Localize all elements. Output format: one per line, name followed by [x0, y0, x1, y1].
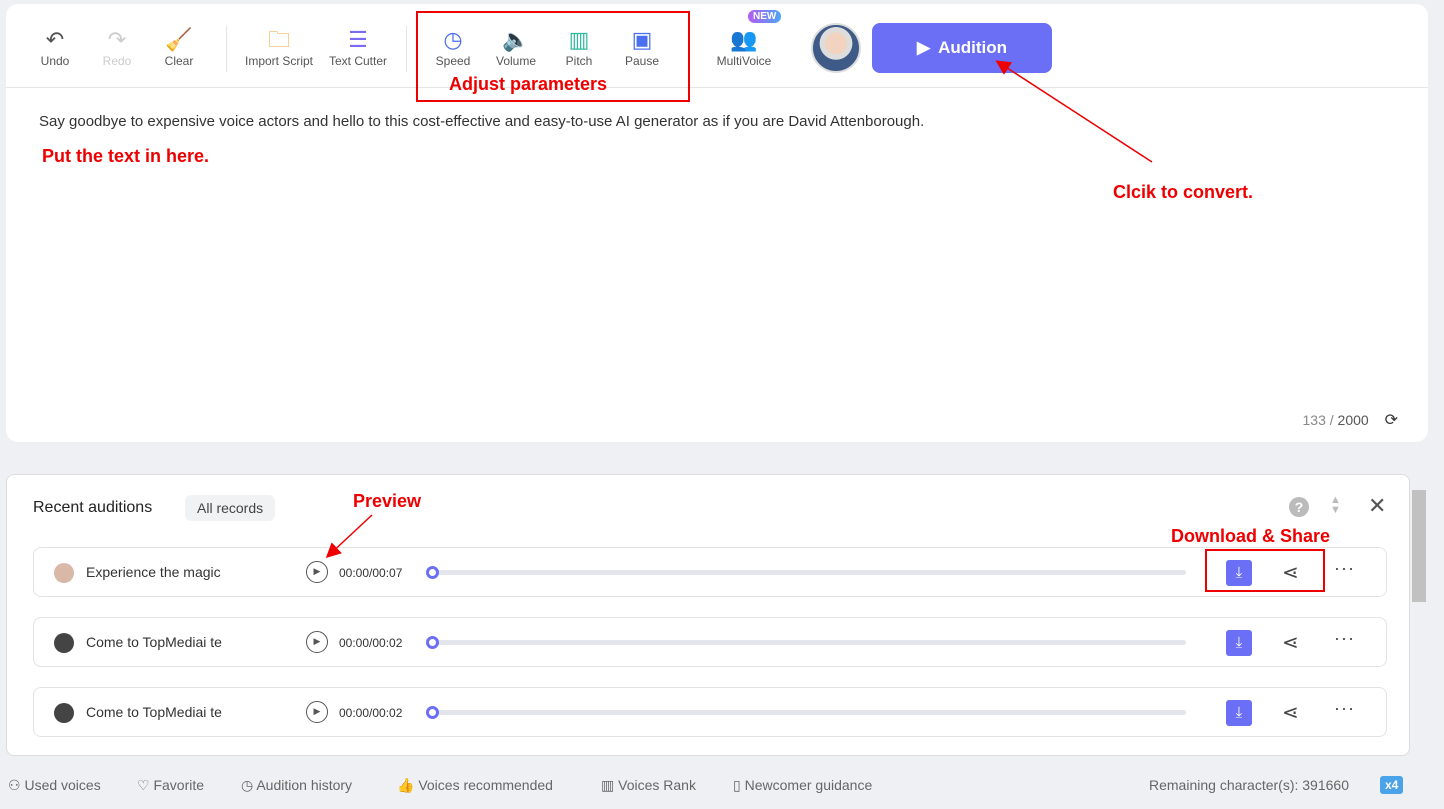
divider	[226, 26, 227, 72]
close-icon[interactable]: ✕	[1368, 493, 1386, 519]
multiplier-badge[interactable]: x4	[1380, 776, 1404, 794]
folder-upload-icon: 🗀	[267, 27, 290, 52]
progress-slider[interactable]	[426, 706, 1186, 719]
voice-avatar[interactable]	[811, 23, 861, 73]
favorite-link[interactable]: ♡ Favorite	[137, 777, 204, 794]
used-voices-link[interactable]: ⚇ Used voices	[8, 777, 101, 794]
annotation-adjust: Adjust parameters	[449, 74, 608, 94]
share-icon[interactable]: ⋖	[1282, 630, 1299, 655]
all-records-button[interactable]: All records	[185, 495, 276, 521]
multi-user-icon: 👥	[730, 27, 758, 52]
import-script-button[interactable]: 🗀 Import Script	[237, 26, 321, 68]
audition-button[interactable]: ▶ Audition	[872, 23, 1052, 73]
refresh-icon[interactable]: ⟳	[1385, 412, 1398, 429]
char-count: 133 / 2000 ⟳	[1302, 412, 1398, 429]
panel-title: Recent auditions	[33, 499, 153, 516]
annotation-text: Put the text in here.	[42, 146, 210, 166]
audition-row: Come to TopMediai te ▶ 00:00/00:02 ⤓ ⋖ ·…	[33, 617, 1387, 667]
slider-handle[interactable]	[426, 706, 439, 719]
heart-icon: ♡	[137, 777, 150, 793]
voices-icon: ⚇	[8, 777, 21, 793]
new-badge: NEW	[748, 10, 782, 23]
book-icon: ▯	[733, 777, 741, 793]
audition-row: Come to TopMediai te ▶ 00:00/00:02 ⤓ ⋖ ·…	[33, 687, 1387, 737]
voices-rank-link[interactable]: ▥ Voices Rank	[601, 777, 696, 794]
download-icon[interactable]: ⤓	[1226, 630, 1252, 656]
script-textarea[interactable]: Say goodbye to expensive voice actors an…	[39, 113, 924, 130]
brush-icon: 🧹	[165, 27, 193, 52]
audition-name: Come to TopMediai te	[86, 634, 222, 650]
progress-slider[interactable]	[426, 566, 1186, 579]
undo-button[interactable]: ↶ Undo	[20, 26, 90, 68]
clock-icon: ◷	[241, 777, 254, 793]
audition-name: Experience the magic	[86, 564, 221, 580]
rank-icon: ▥	[601, 777, 615, 793]
scrollbar[interactable]	[1412, 490, 1426, 602]
divider	[406, 26, 407, 72]
multivoice-button[interactable]: 👥 MultiVoice	[709, 26, 779, 68]
audition-name: Come to TopMediai te	[86, 704, 222, 720]
slider-handle[interactable]	[426, 566, 439, 579]
remaining-characters: Remaining character(s): 391660	[1149, 777, 1349, 793]
audition-time: 00:00/00:02	[339, 706, 403, 720]
more-icon[interactable]: ···	[1334, 558, 1355, 579]
toolbar: ↶ Undo ↷ Redo 🧹 Clear 🗀 Import Script ☰ Text …	[6, 4, 1428, 88]
slider-handle[interactable]	[426, 636, 439, 649]
collapse-icon[interactable]: ▲ ▼	[1330, 495, 1341, 516]
clear-button[interactable]: 🧹 Clear	[144, 26, 214, 68]
thumb-up-icon: 👍	[397, 777, 415, 793]
progress-slider[interactable]	[426, 636, 1186, 649]
play-icon: ▶	[917, 38, 931, 57]
help-icon[interactable]: ?	[1289, 497, 1309, 517]
annotation-download: Download & Share	[1171, 526, 1331, 546]
play-icon[interactable]: ▶	[306, 561, 328, 583]
audition-row: Experience the magic ▶ 00:00/00:07 ⤓ ⋖ ·…	[33, 547, 1387, 597]
voice-avatar	[54, 633, 74, 653]
play-icon[interactable]: ▶	[306, 631, 328, 653]
cutter-icon: ☰	[348, 27, 368, 52]
text-cutter-button[interactable]: ☰ Text Cutter	[320, 26, 396, 68]
undo-icon: ↶	[45, 27, 65, 52]
annotation-box	[1205, 549, 1325, 592]
redo-icon: ↷	[107, 27, 127, 52]
text-editor-panel: ↶ Undo ↷ Redo 🧹 Clear 🗀 Import Script ☰ Text …	[6, 4, 1428, 442]
voices-recommended-link[interactable]: 👍 Voices recommended	[397, 777, 553, 794]
audition-time: 00:00/00:07	[339, 566, 403, 580]
more-icon[interactable]: ···	[1334, 698, 1355, 719]
voice-avatar	[54, 703, 74, 723]
recent-auditions-panel: Recent auditions All records ? ▲ ▼ ✕ Expe…	[6, 474, 1410, 756]
more-icon[interactable]: ···	[1334, 628, 1355, 649]
newcomer-guidance-link[interactable]: ▯ Newcomer guidance	[733, 777, 872, 794]
download-icon[interactable]: ⤓	[1226, 700, 1252, 726]
play-icon[interactable]: ▶	[306, 701, 328, 723]
footer-bar: ⚇ Used voices ♡ Favorite ◷ Audition hist…	[0, 776, 1444, 797]
audition-time: 00:00/00:02	[339, 636, 403, 650]
annotation-preview: Preview	[353, 491, 422, 511]
annotation-convert: Clcik to convert.	[1113, 182, 1254, 202]
audition-history-link[interactable]: ◷ Audition history	[241, 777, 352, 794]
voice-avatar	[54, 563, 74, 583]
share-icon[interactable]: ⋖	[1282, 700, 1299, 725]
redo-button[interactable]: ↷ Redo	[82, 26, 152, 68]
